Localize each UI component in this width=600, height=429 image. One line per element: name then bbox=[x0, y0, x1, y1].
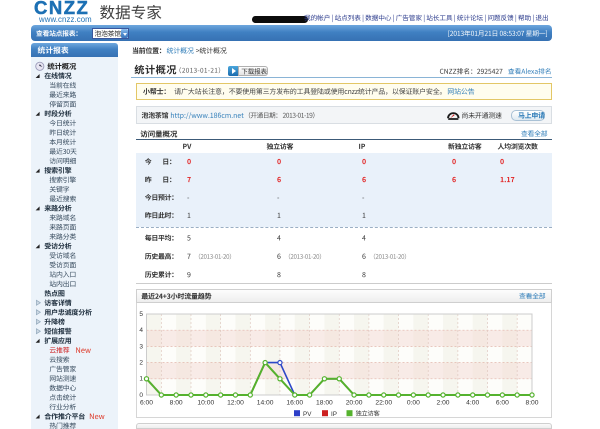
svg-text:10:00: 10:00 bbox=[197, 399, 214, 406]
svg-text:6:00: 6:00 bbox=[140, 399, 153, 406]
svg-text:3: 3 bbox=[139, 343, 143, 350]
svg-text:2: 2 bbox=[139, 360, 143, 367]
svg-text:22:00: 22:00 bbox=[375, 399, 392, 406]
svg-text:0: 0 bbox=[139, 392, 143, 399]
svg-text:20:00: 20:00 bbox=[346, 399, 363, 406]
svg-text:0:00: 0:00 bbox=[407, 399, 420, 406]
svg-text:5: 5 bbox=[139, 311, 143, 318]
svg-text:4:00: 4:00 bbox=[466, 399, 479, 406]
svg-text:16:00: 16:00 bbox=[286, 399, 303, 406]
svg-text:8:00: 8:00 bbox=[170, 399, 183, 406]
svg-text:4: 4 bbox=[139, 327, 143, 334]
svg-text:PV: PV bbox=[303, 411, 312, 418]
svg-text:14:00: 14:00 bbox=[257, 399, 274, 406]
svg-text:1: 1 bbox=[139, 376, 143, 383]
svg-text:2:00: 2:00 bbox=[437, 399, 450, 406]
svg-text:18:00: 18:00 bbox=[316, 399, 333, 406]
svg-text:IP: IP bbox=[331, 411, 337, 418]
svg-text:12:00: 12:00 bbox=[227, 399, 244, 406]
svg-text:6:00: 6:00 bbox=[496, 399, 509, 406]
svg-text:8:00: 8:00 bbox=[525, 399, 538, 406]
